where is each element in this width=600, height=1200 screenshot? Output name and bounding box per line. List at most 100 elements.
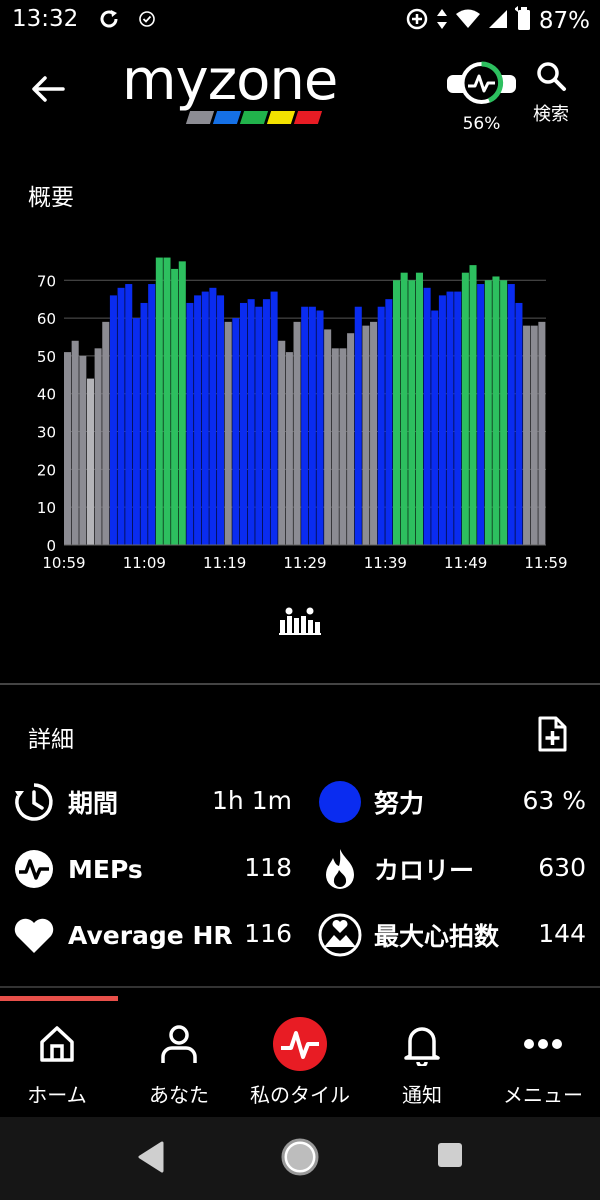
chart-bar <box>117 287 125 545</box>
status-time: 13:32 <box>12 6 79 32</box>
chart-bar <box>148 284 156 545</box>
x-tick-label: 10:59 <box>42 554 85 572</box>
chart-bar <box>64 352 72 545</box>
nav-menu-label: メニュー <box>503 1083 583 1107</box>
y-tick-label: 40 <box>37 386 56 404</box>
chart-bar <box>262 299 270 545</box>
chart-bar <box>71 340 79 545</box>
stat-calories-value: 630 <box>538 853 586 882</box>
chart-bar <box>209 287 217 545</box>
system-back-button[interactable] <box>134 1139 166 1179</box>
stat-max-hr-value: 144 <box>538 919 586 948</box>
stat-max-hr: 最大心拍数 <box>318 911 499 959</box>
stat-calories: カロリー <box>318 845 474 893</box>
chart-bar <box>415 272 423 545</box>
heart-icon <box>12 913 56 957</box>
chart-bar <box>255 306 263 545</box>
chart-bar <box>224 321 232 545</box>
chart-bar <box>102 321 110 545</box>
chart-bar <box>155 257 163 545</box>
stat-meps-label: MEPs <box>68 854 143 884</box>
overview-title: 概要 <box>28 185 74 211</box>
app-header: myzone 56% 検索 <box>0 48 600 140</box>
chart-bar <box>469 265 477 545</box>
chart-bar <box>201 291 209 545</box>
flame-icon <box>318 847 362 891</box>
chart-bar <box>132 318 140 545</box>
x-tick-label: 11:29 <box>283 554 326 572</box>
belt-effort-icon <box>447 61 516 104</box>
chart-bar <box>109 295 117 545</box>
person-icon <box>119 1019 239 1069</box>
chart-bar <box>171 268 179 545</box>
chart-bar <box>446 291 454 545</box>
status-bar: 13:32 87% <box>0 0 600 44</box>
stat-average-hr: Average HR <box>12 911 233 959</box>
stat-average-hr-value: 116 <box>244 919 292 948</box>
chart-bar <box>301 306 309 545</box>
nav-notifications[interactable]: 通知 <box>362 1001 482 1117</box>
chart-bar <box>484 280 492 545</box>
nav-my-tiles[interactable]: 私のタイル <box>240 1001 360 1117</box>
chart-bar <box>408 280 416 545</box>
nav-you[interactable]: あなた <box>119 1001 239 1117</box>
chart-bar <box>530 325 538 545</box>
chart-bar <box>331 348 339 545</box>
myzone-tile-icon <box>240 1017 360 1071</box>
system-recents-button[interactable] <box>436 1141 464 1173</box>
back-button[interactable] <box>30 74 66 108</box>
search-button[interactable]: 検索 <box>525 60 577 126</box>
nav-notifications-label: 通知 <box>402 1083 442 1107</box>
max-hr-icon <box>318 913 362 957</box>
chart-bar <box>362 325 370 545</box>
stat-meps-value: 118 <box>244 853 292 882</box>
chart-bar <box>178 261 186 545</box>
chart-bar <box>507 284 515 545</box>
chart-bar <box>370 321 378 545</box>
chart-bar <box>86 378 94 545</box>
nav-my-tiles-label: 私のタイル <box>250 1083 350 1107</box>
chart-bar <box>431 310 439 545</box>
chart-bar <box>477 284 485 545</box>
chart-bar <box>163 257 171 545</box>
system-nav-bar <box>0 1117 600 1200</box>
x-tick-label: 11:09 <box>123 554 166 572</box>
effort-dot-icon <box>318 780 362 824</box>
chart-bar <box>339 348 347 545</box>
chart-bar <box>392 280 401 545</box>
stat-effort: 努力 <box>318 778 424 826</box>
x-tick-label: 11:49 <box>444 554 487 572</box>
chart-bar <box>247 299 255 545</box>
stat-duration-label: 期間 <box>68 789 119 818</box>
signal-icon <box>487 8 509 34</box>
y-tick-label: 20 <box>37 461 56 479</box>
nav-home[interactable]: ホーム <box>0 1001 117 1117</box>
chart-bar <box>308 306 316 545</box>
chart-bar <box>316 310 324 545</box>
y-tick-label: 10 <box>37 499 56 517</box>
chart-bar <box>232 318 240 545</box>
chart-bar <box>377 306 385 545</box>
search-label: 検索 <box>533 104 569 125</box>
chart-bar <box>125 284 133 545</box>
chart-bar <box>217 295 225 545</box>
bar-chart-toggle-icon <box>279 607 321 635</box>
stat-effort-label: 努力 <box>374 789 425 818</box>
nav-menu[interactable]: メニュー <box>483 1001 600 1117</box>
effort-status-button[interactable]: 56% <box>444 58 519 134</box>
heart-rate-chart: 0 10 20 30 40 50 60 70 10:59 11:09 11:19 11:29 11:39… <box>0 240 600 580</box>
system-home-button[interactable] <box>280 1137 320 1181</box>
export-button[interactable] <box>536 716 568 756</box>
bottom-nav: ホーム あなた 私のタイル 通知 メニュー <box>0 1001 600 1117</box>
nav-divider <box>0 986 600 988</box>
x-tick-label: 11:39 <box>364 554 407 572</box>
details-title: 詳細 <box>28 727 74 753</box>
chart-view-toggle-button[interactable] <box>278 606 322 640</box>
chart-bar <box>492 276 500 545</box>
data-arrows-icon <box>435 7 449 35</box>
search-icon <box>537 62 566 91</box>
chart-bar <box>461 272 469 545</box>
chart-bar <box>523 325 531 545</box>
chart-bar <box>454 291 462 545</box>
chart-bar <box>186 302 194 545</box>
